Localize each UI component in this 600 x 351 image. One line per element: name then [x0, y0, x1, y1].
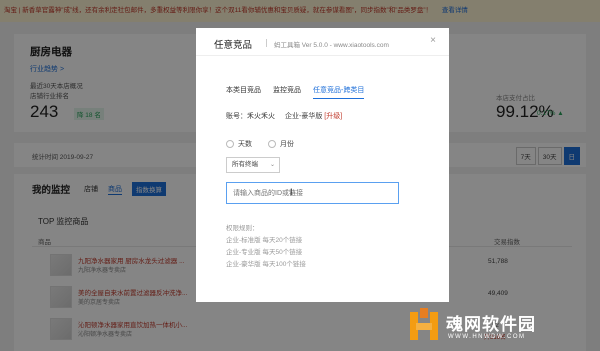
- chevron-down-icon: ⌄: [269, 162, 275, 168]
- rules-title: 权限规则：: [226, 225, 259, 232]
- header-divider: [266, 39, 267, 47]
- close-icon[interactable]: ×: [427, 35, 439, 47]
- rule-line: 企业-标准版 每天20个链接: [226, 237, 303, 244]
- product-link-input[interactable]: [226, 182, 399, 204]
- rule-line: 企业-专业版 每天50个链接: [226, 249, 303, 256]
- period-days-label: 天数: [238, 141, 252, 148]
- tab-cross-category[interactable]: 任意竞品-跨类目: [313, 85, 365, 99]
- site-watermark: 魂网软件园 WWW.HNWDW.COM: [408, 306, 596, 348]
- radio-circle-icon[interactable]: [268, 140, 276, 148]
- tool-brand: 蚂工具箱 Ver 5.0.0 - www.xiaotools.com: [274, 42, 389, 49]
- period-months-radio[interactable]: 月份: [268, 139, 294, 149]
- watermark-name: 魂网软件园: [446, 315, 536, 334]
- account-label: 账号：: [226, 113, 247, 120]
- dialog-tabs: 本类目竞品 监控竞品 任意竞品-跨类目: [226, 85, 376, 99]
- period-months-label: 月份: [280, 141, 294, 148]
- tab-same-category[interactable]: 本类目竞品: [226, 85, 261, 99]
- text-cursor-icon: I: [290, 187, 293, 197]
- account-plan: 企业-豪华版: [285, 113, 323, 120]
- terminal-select-value: 所有终端: [232, 161, 258, 168]
- period-options: 天数 月份: [226, 139, 310, 149]
- rule-line: 企业-豪华版 每天100个链接: [226, 261, 306, 268]
- period-days-radio[interactable]: 天数: [226, 139, 252, 149]
- terminal-select[interactable]: 所有终端 ⌄: [226, 157, 280, 173]
- account-info: 账号：禾火禾火 企业-豪华版 [升级]: [226, 111, 342, 121]
- watermark-url: WWW.HNWDW.COM: [448, 334, 526, 340]
- tab-monitored[interactable]: 监控竞品: [273, 85, 301, 99]
- watermark-logo-icon: [410, 308, 438, 340]
- dialog-header: 任意竞品 蚂工具箱 Ver 5.0.0 - www.xiaotools.com …: [196, 28, 449, 56]
- competitor-dialog: 任意竞品 蚂工具箱 Ver 5.0.0 - www.xiaotools.com …: [196, 28, 449, 302]
- radio-circle-icon[interactable]: [226, 140, 234, 148]
- account-name: 禾火禾火: [247, 113, 275, 120]
- upgrade-link[interactable]: [升级]: [324, 113, 342, 120]
- dialog-title: 任意竞品: [214, 40, 253, 51]
